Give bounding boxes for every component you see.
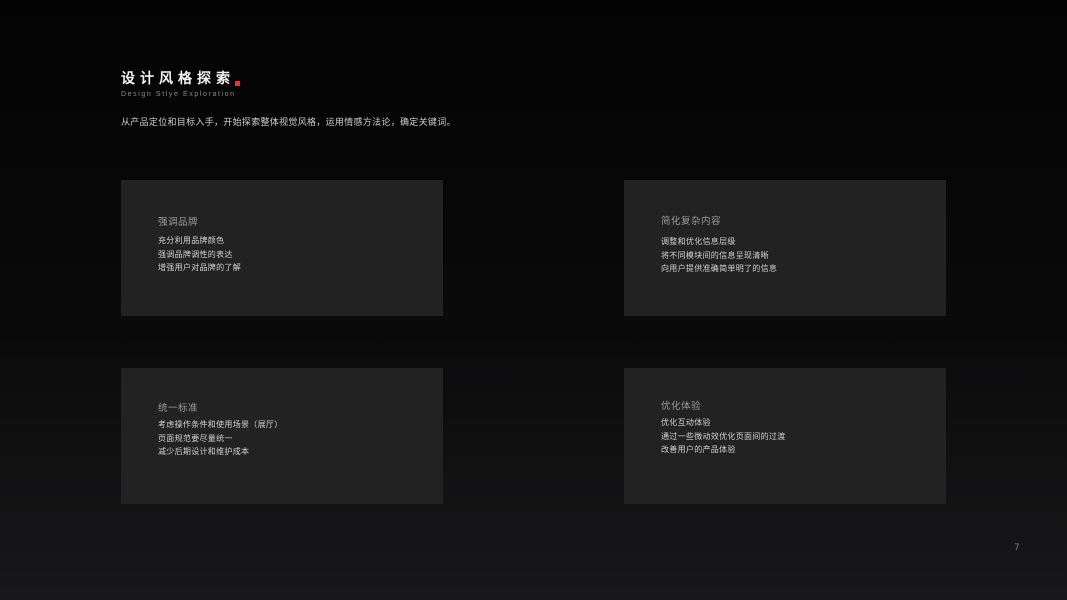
list-item: 页面规范要尽量统一 <box>158 433 233 443</box>
list-item: 强调品牌调性的表达 <box>158 249 233 259</box>
list-item: 优化互动体验 <box>661 418 711 427</box>
list-item: 调整和优化信息层级 <box>661 237 736 246</box>
accent-dot-icon <box>235 81 240 86</box>
card-standard: 统一标准 考虑操作条件和使用场景（展厅） 页面规范要尽量统一 减少后期设计和维护… <box>121 368 443 504</box>
card-list: 优化互动体验 通过一些微动效优化页面间的过渡 改善用户的产品体验 <box>661 416 786 457</box>
card-list: 调整和优化信息层级 将不同模块间的信息呈现清晰 向用户提供准确简单明了的信息 <box>661 235 777 276</box>
list-item: 改善用户的产品体验 <box>661 445 736 454</box>
card-list: 充分利用品牌颜色 强调品牌调性的表达 增强用户对品牌的了解 <box>158 234 241 275</box>
card-title: 统一标准 <box>158 403 199 414</box>
card-simplify: 简化复杂内容 调整和优化信息层级 将不同模块间的信息呈现清晰 向用户提供准确简单… <box>624 180 946 316</box>
list-item: 将不同模块间的信息呈现清晰 <box>661 250 769 260</box>
slide-subtitle: Design Stlye Exploration <box>121 91 236 98</box>
list-item: 减少后期设计和维护成本 <box>158 447 250 456</box>
list-item: 向用户提供准确简单明了的信息 <box>661 264 778 273</box>
card-title: 简化复杂内容 <box>661 216 722 227</box>
title-row: 设计风格探索 <box>121 70 240 88</box>
card-title: 优化体验 <box>661 401 702 412</box>
list-item: 充分利用品牌颜色 <box>158 236 225 245</box>
card-title: 强调品牌 <box>158 217 199 228</box>
card-brand: 强调品牌 充分利用品牌颜色 强调品牌调性的表达 增强用户对品牌的了解 <box>121 180 443 316</box>
list-item: 通过一些微动效优化页面间的过渡 <box>661 431 786 441</box>
slide-title: 设计风格探索 <box>121 71 235 87</box>
card-experience: 优化体验 优化互动体验 通过一些微动效优化页面间的过渡 改善用户的产品体验 <box>624 368 946 504</box>
page-number: 7 <box>1014 543 1020 553</box>
card-list: 考虑操作条件和使用场景（展厅） 页面规范要尽量统一 减少后期设计和维护成本 <box>158 418 283 459</box>
slide-header: 设计风格探索 Design Stlye Exploration <box>121 70 240 98</box>
list-item: 考虑操作条件和使用场景（展厅） <box>158 420 283 429</box>
intro-text: 从产品定位和目标入手，开始探索整体视觉风格，运用情感方法论，确定关键词。 <box>121 118 456 128</box>
list-item: 增强用户对品牌的了解 <box>158 263 241 272</box>
